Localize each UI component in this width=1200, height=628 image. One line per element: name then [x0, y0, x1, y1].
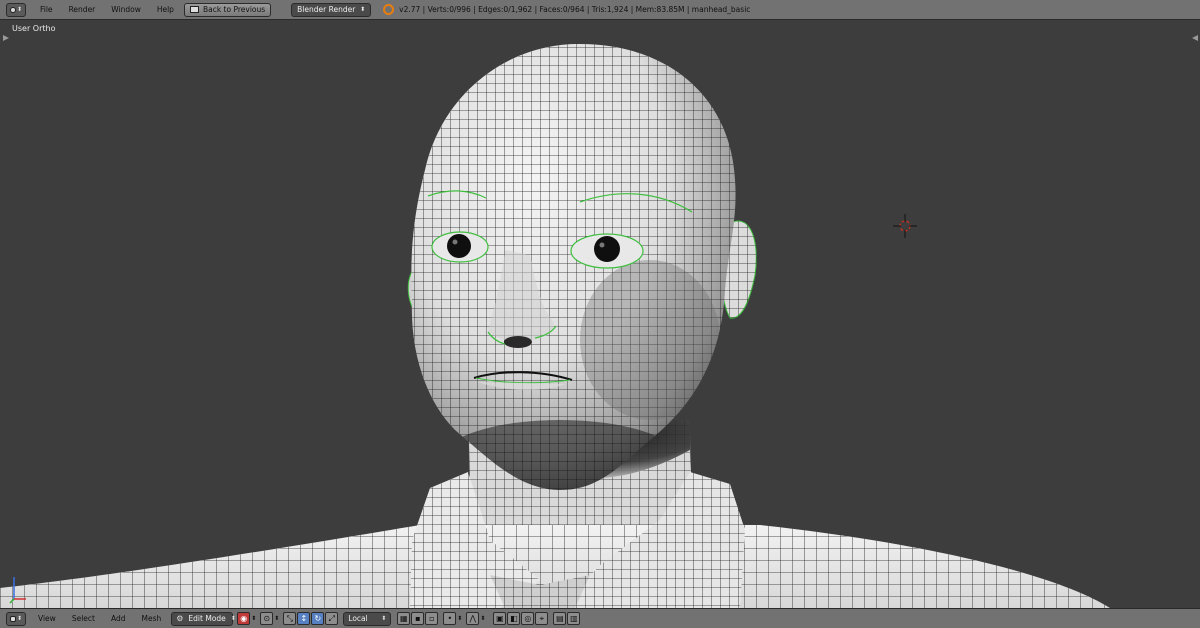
- eye-left: [431, 231, 489, 263]
- chevron-updown-icon: ⬍: [251, 615, 257, 622]
- corner-split-icon-right[interactable]: [1191, 34, 1199, 42]
- screen-back-icon: [189, 6, 199, 13]
- chevron-updown-icon: ⬍: [274, 615, 280, 622]
- corner-split-icon[interactable]: [2, 34, 10, 42]
- scene-stats: v2.77 | Verts:0/996 | Edges:0/1,962 | Fa…: [399, 5, 751, 14]
- rotate-icon[interactable]: ↻: [311, 612, 325, 625]
- chevron-updown-icon: ⬍: [457, 615, 463, 622]
- menu-add[interactable]: Add: [103, 614, 134, 623]
- chevron-updown-icon: ⬍: [360, 6, 366, 13]
- edit-mode-icon: ⚙: [176, 614, 184, 623]
- render-icon[interactable]: ▤: [553, 612, 567, 625]
- 3d-viewport[interactable]: User Ortho: [0, 20, 1200, 608]
- mode-label: Edit Mode: [188, 614, 226, 623]
- back-to-previous-label: Back to Previous: [202, 5, 266, 14]
- chevron-updown-icon: ⬍: [381, 615, 387, 622]
- edge-select-icon[interactable]: ⋀: [466, 612, 480, 625]
- menu-mesh[interactable]: Mesh: [133, 614, 169, 623]
- viewport-shading-icon[interactable]: ◉: [237, 612, 251, 625]
- menu-view[interactable]: View: [30, 614, 64, 623]
- layer-3-icon[interactable]: ▫: [425, 612, 439, 625]
- menu-help[interactable]: Help: [149, 5, 182, 14]
- info-editor-icon[interactable]: ⬍: [6, 2, 26, 17]
- vertex-select-icon[interactable]: •: [443, 612, 457, 625]
- menu-window[interactable]: Window: [103, 5, 149, 14]
- scale-icon[interactable]: ⤢: [325, 612, 339, 625]
- view3d-editor-icon[interactable]: ⬍: [6, 611, 26, 626]
- mode-select[interactable]: ⚙ Edit Mode ⬍: [171, 611, 236, 626]
- eye-right: [570, 233, 644, 269]
- menu-render[interactable]: Render: [61, 5, 104, 14]
- blender-logo-icon: [383, 4, 395, 15]
- head-mesh: [411, 43, 736, 490]
- occlude-icon[interactable]: ◧: [507, 612, 521, 625]
- mesh-view[interactable]: [0, 20, 1200, 608]
- manipulator-icon[interactable]: ⤡: [283, 612, 297, 625]
- info-header: ⬍ File Render Window Help Back to Previo…: [0, 0, 1200, 20]
- pivot-icon[interactable]: ⊙: [260, 612, 274, 625]
- proportional-icon[interactable]: ◎: [521, 612, 535, 625]
- render-anim-icon[interactable]: ▥: [567, 612, 581, 625]
- menu-select[interactable]: Select: [64, 614, 103, 623]
- layer-2-icon[interactable]: ▪: [411, 612, 425, 625]
- view-mode-label: User Ortho: [12, 24, 56, 33]
- 3d-cursor-icon[interactable]: [893, 214, 917, 238]
- back-to-previous-button[interactable]: Back to Previous: [183, 2, 272, 17]
- menu-file[interactable]: File: [32, 5, 61, 14]
- snap-icon[interactable]: ⌖: [535, 612, 549, 625]
- transform-orientation-select[interactable]: Local ⬍: [343, 611, 392, 626]
- render-engine-select[interactable]: Blender Render ⬍: [291, 2, 372, 17]
- render-engine-label: Blender Render: [297, 5, 356, 14]
- orientation-label: Local: [348, 614, 368, 623]
- axis-gizmo-icon: [9, 577, 26, 604]
- blender-window: ⬍ File Render Window Help Back to Previo…: [0, 0, 1200, 628]
- chevron-updown-icon: ⬍: [230, 615, 236, 622]
- chevron-updown-icon: ⬍: [480, 615, 486, 622]
- 3d-view-header: ⬍ View Select Add Mesh ⚙ Edit Mode ⬍ ◉ ⬍…: [0, 608, 1200, 628]
- face-select-icon[interactable]: ▣: [493, 612, 507, 625]
- layers-icon[interactable]: ▦: [397, 612, 411, 625]
- translate-icon[interactable]: ↕: [297, 612, 311, 625]
